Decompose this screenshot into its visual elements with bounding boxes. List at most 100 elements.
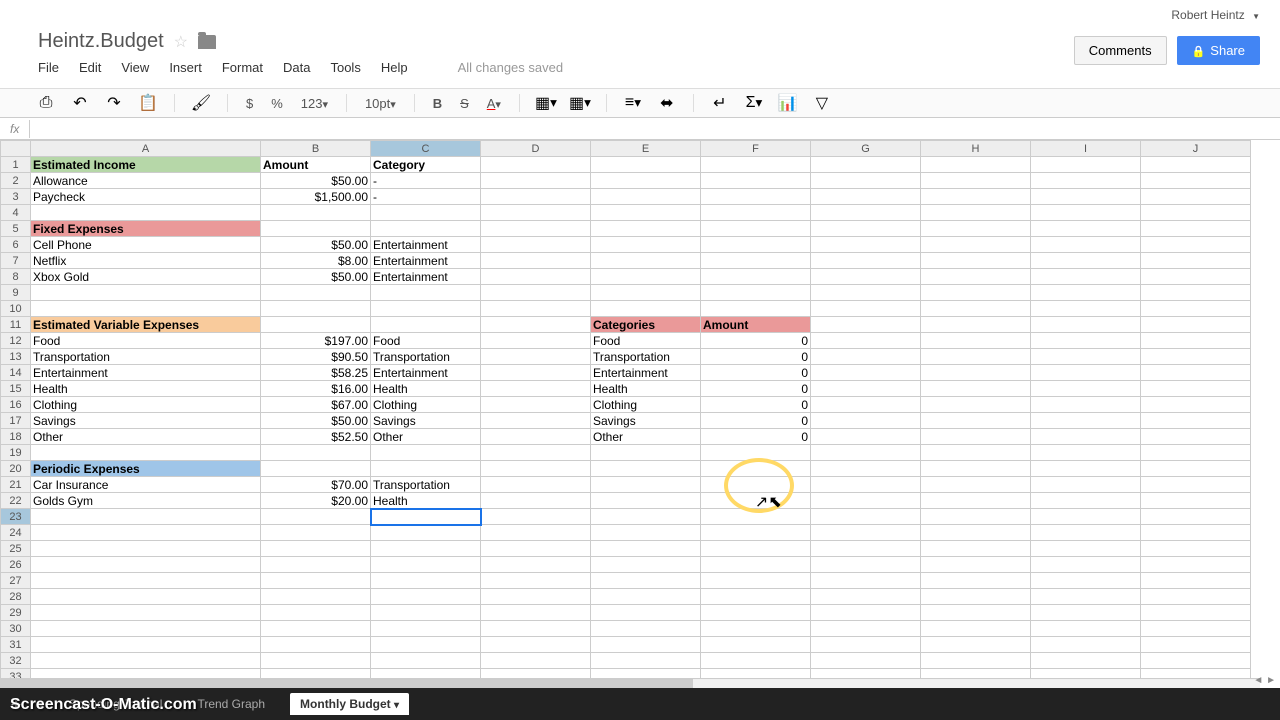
cell-D30[interactable] (481, 621, 591, 637)
cell-A22[interactable]: Golds Gym (31, 493, 261, 509)
row-header-23[interactable]: 23 (1, 509, 31, 525)
row-header-13[interactable]: 13 (1, 349, 31, 365)
cell-G11[interactable] (811, 317, 921, 333)
cell-J25[interactable] (1141, 541, 1251, 557)
cell-H23[interactable] (921, 509, 1031, 525)
cell-D14[interactable] (481, 365, 591, 381)
cell-E2[interactable] (591, 173, 701, 189)
cell-I28[interactable] (1031, 589, 1141, 605)
cell-B23[interactable] (261, 509, 371, 525)
row-header-11[interactable]: 11 (1, 317, 31, 333)
cell-H20[interactable] (921, 461, 1031, 477)
cell-J12[interactable] (1141, 333, 1251, 349)
cell-G26[interactable] (811, 557, 921, 573)
cell-I29[interactable] (1031, 605, 1141, 621)
chart-icon[interactable]: 📊 (780, 95, 796, 111)
cell-A13[interactable]: Transportation (31, 349, 261, 365)
cell-C32[interactable] (371, 653, 481, 669)
tab-monthly-budget[interactable]: Monthly Budget ▾ (290, 693, 409, 715)
cell-I26[interactable] (1031, 557, 1141, 573)
cell-B9[interactable] (261, 285, 371, 301)
cell-E5[interactable] (591, 221, 701, 237)
cell-A28[interactable] (31, 589, 261, 605)
cell-H31[interactable] (921, 637, 1031, 653)
cell-C8[interactable]: Entertainment (371, 269, 481, 285)
cell-G13[interactable] (811, 349, 921, 365)
cell-D17[interactable] (481, 413, 591, 429)
row-header-7[interactable]: 7 (1, 253, 31, 269)
cell-D25[interactable] (481, 541, 591, 557)
cell-F1[interactable] (701, 157, 811, 173)
cell-C6[interactable]: Entertainment (371, 237, 481, 253)
cell-B18[interactable]: $52.50 (261, 429, 371, 445)
print-icon[interactable]: ⎙ (38, 95, 54, 111)
col-header-C[interactable]: C (371, 141, 481, 157)
cell-J2[interactable] (1141, 173, 1251, 189)
cell-B24[interactable] (261, 525, 371, 541)
cell-B28[interactable] (261, 589, 371, 605)
percent-btn[interactable]: % (271, 96, 283, 111)
cell-E9[interactable] (591, 285, 701, 301)
cell-E12[interactable]: Food (591, 333, 701, 349)
menu-help[interactable]: Help (381, 60, 408, 75)
cell-I27[interactable] (1031, 573, 1141, 589)
cell-I7[interactable] (1031, 253, 1141, 269)
cell-G30[interactable] (811, 621, 921, 637)
cell-G31[interactable] (811, 637, 921, 653)
col-header-B[interactable]: B (261, 141, 371, 157)
cell-E15[interactable]: Health (591, 381, 701, 397)
row-header-8[interactable]: 8 (1, 269, 31, 285)
cell-D26[interactable] (481, 557, 591, 573)
cell-G8[interactable] (811, 269, 921, 285)
cell-C2[interactable]: - (371, 173, 481, 189)
cell-G24[interactable] (811, 525, 921, 541)
cell-D28[interactable] (481, 589, 591, 605)
cell-F14[interactable]: 0 (701, 365, 811, 381)
bold-btn[interactable]: B (433, 96, 442, 111)
row-header-24[interactable]: 24 (1, 525, 31, 541)
cell-D18[interactable] (481, 429, 591, 445)
cell-J9[interactable] (1141, 285, 1251, 301)
cell-A26[interactable] (31, 557, 261, 573)
share-button[interactable]: Share (1177, 36, 1260, 65)
tab-trend-graph[interactable]: Trend Graph (187, 693, 275, 715)
cell-J6[interactable] (1141, 237, 1251, 253)
cell-B1[interactable]: Amount (261, 157, 371, 173)
cell-C4[interactable] (371, 205, 481, 221)
cell-G29[interactable] (811, 605, 921, 621)
cell-I31[interactable] (1031, 637, 1141, 653)
cell-I15[interactable] (1031, 381, 1141, 397)
cell-D29[interactable] (481, 605, 591, 621)
cell-J7[interactable] (1141, 253, 1251, 269)
row-header-20[interactable]: 20 (1, 461, 31, 477)
cell-E14[interactable]: Entertainment (591, 365, 701, 381)
cell-F30[interactable] (701, 621, 811, 637)
cell-D3[interactable] (481, 189, 591, 205)
cell-B25[interactable] (261, 541, 371, 557)
cell-E22[interactable] (591, 493, 701, 509)
row-header-10[interactable]: 10 (1, 301, 31, 317)
cell-F12[interactable]: 0 (701, 333, 811, 349)
cell-C21[interactable]: Transportation (371, 477, 481, 493)
cell-B4[interactable] (261, 205, 371, 221)
cell-J17[interactable] (1141, 413, 1251, 429)
cell-C18[interactable]: Other (371, 429, 481, 445)
cell-A11[interactable]: Estimated Variable Expenses (31, 317, 261, 333)
cell-G27[interactable] (811, 573, 921, 589)
cell-A2[interactable]: Allowance (31, 173, 261, 189)
cell-A29[interactable] (31, 605, 261, 621)
cell-B15[interactable]: $16.00 (261, 381, 371, 397)
cell-D27[interactable] (481, 573, 591, 589)
menu-view[interactable]: View (121, 60, 149, 75)
horizontal-scrollbar[interactable] (0, 678, 1260, 688)
cell-G20[interactable] (811, 461, 921, 477)
cell-F9[interactable] (701, 285, 811, 301)
cell-E30[interactable] (591, 621, 701, 637)
cell-I32[interactable] (1031, 653, 1141, 669)
cell-I9[interactable] (1031, 285, 1141, 301)
cell-I2[interactable] (1031, 173, 1141, 189)
cell-G18[interactable] (811, 429, 921, 445)
cell-B27[interactable] (261, 573, 371, 589)
cell-H12[interactable] (921, 333, 1031, 349)
cell-A15[interactable]: Health (31, 381, 261, 397)
